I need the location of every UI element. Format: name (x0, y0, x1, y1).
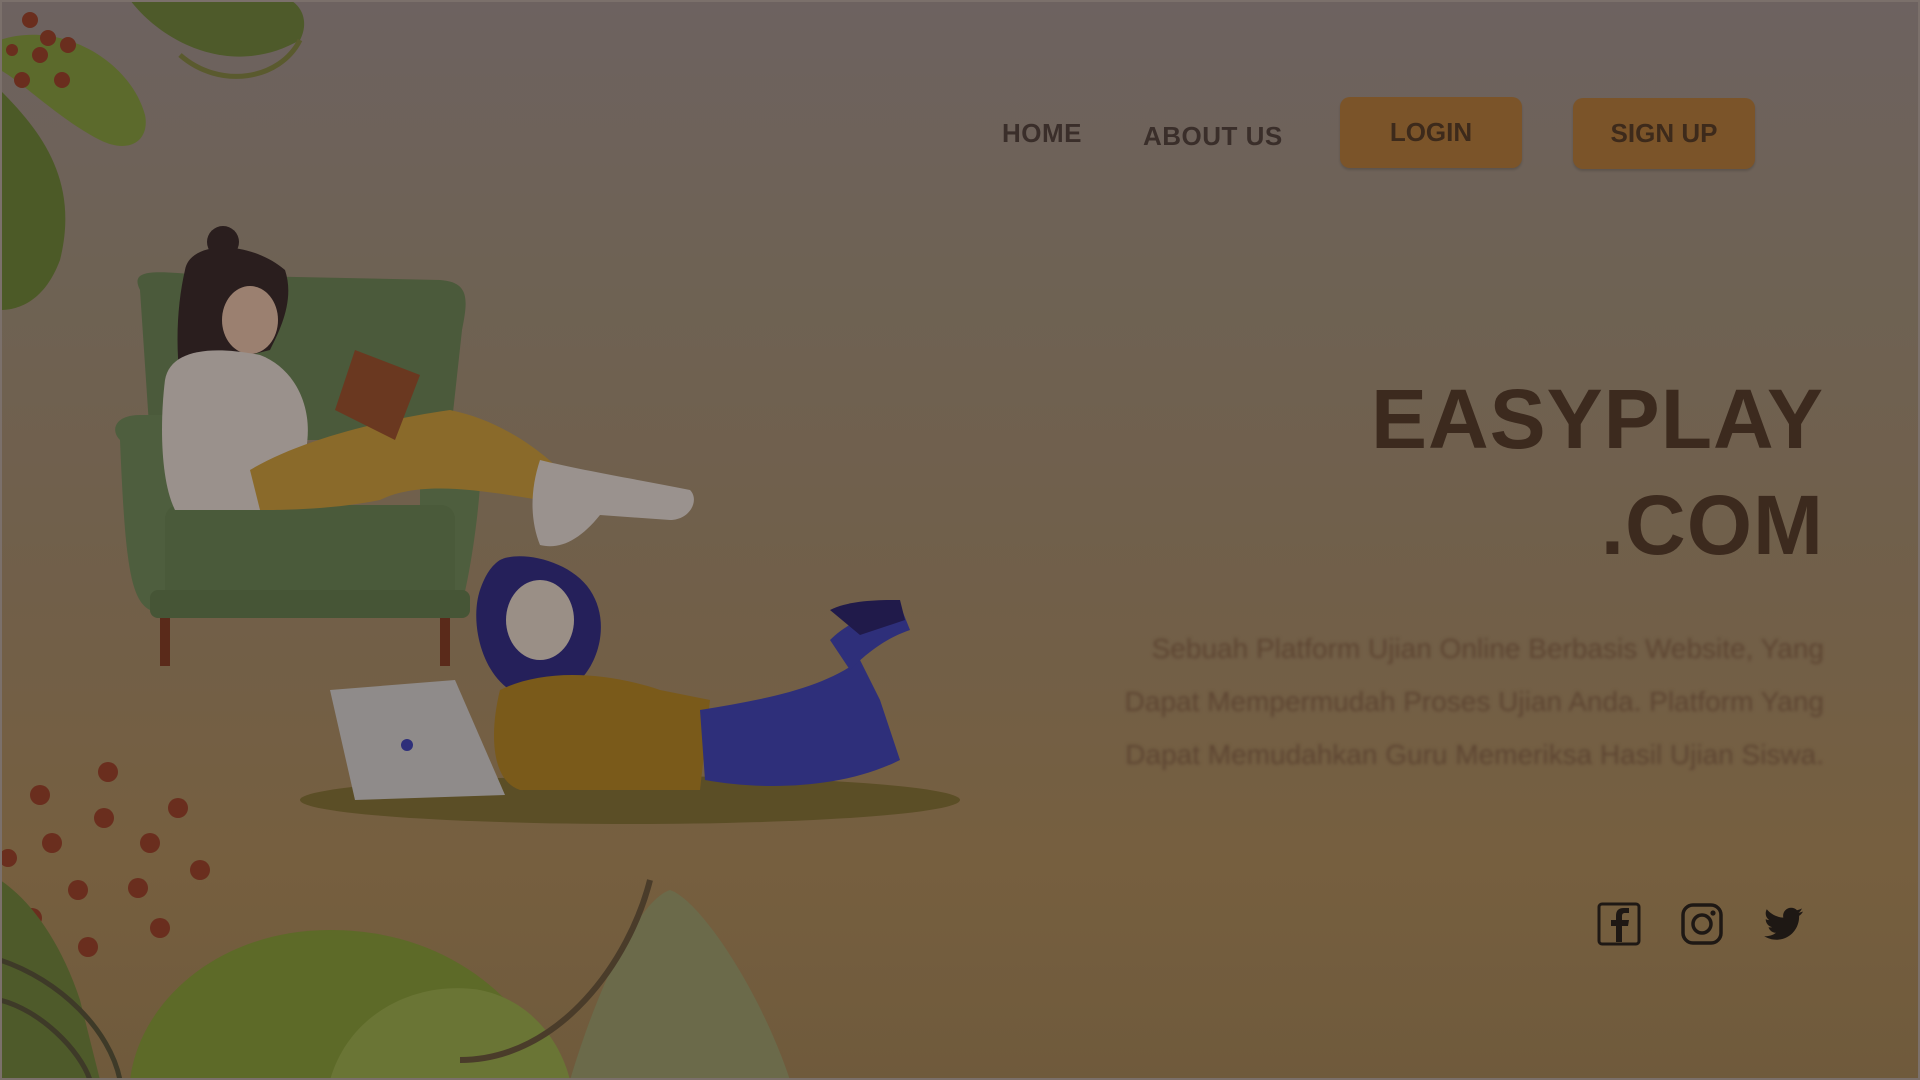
instagram-icon[interactable] (1680, 902, 1724, 946)
sign-up-button-label: SIGN UP (1610, 118, 1718, 148)
sign-up-button[interactable]: SIGN UP (1573, 98, 1755, 169)
hero-title-line-1: EASYPLAY (1370, 372, 1824, 466)
bottom-left-foliage (0, 879, 790, 1080)
hero-title: EASYPLAY .COM (1371, 366, 1824, 578)
login-button-label: LOGIN (1389, 117, 1473, 147)
hero-title-line-2: .COM (1600, 478, 1824, 572)
facebook-icon[interactable] (1597, 902, 1641, 946)
reading-woman-armchair (115, 226, 694, 666)
nav-home-link[interactable]: HOME (1002, 118, 1082, 149)
hero-description: Sebuah Platform Ujian Online Berbasis We… (1124, 633, 1824, 770)
nav-about-us-link[interactable]: ABOUT US (1143, 121, 1283, 152)
twitter-icon[interactable] (1762, 902, 1806, 946)
login-button[interactable]: LOGIN (1340, 97, 1522, 168)
